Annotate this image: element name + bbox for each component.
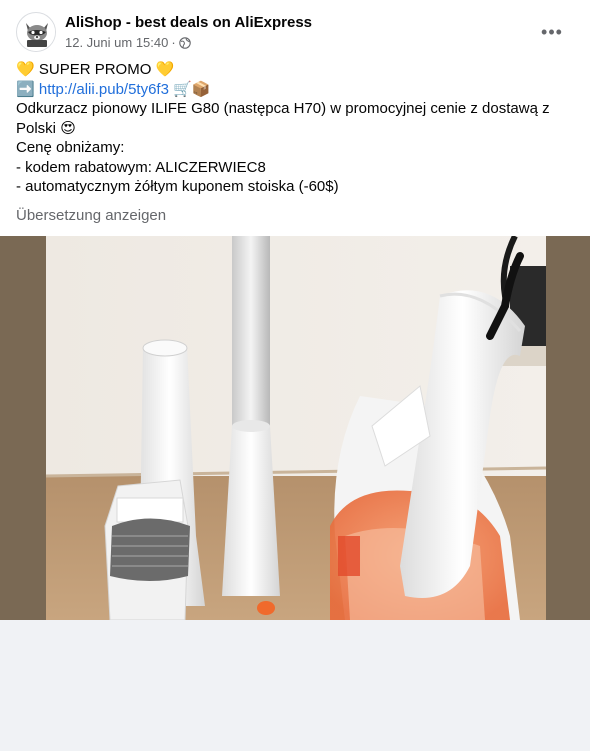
message-line-2: ➡️ http://alii.pub/5ty6f3 🛒📦 bbox=[16, 80, 574, 100]
message-line-3: Odkurzacz pionowy ILIFE G80 (następca H7… bbox=[16, 100, 550, 117]
message-line-6: - kodem rabatowym: ALICZERWIEC8 bbox=[16, 158, 266, 176]
yellow-heart-icon: 💛 bbox=[16, 60, 35, 78]
globe-icon bbox=[178, 36, 191, 49]
post-card: AliShop - best deals on AliExpress 12. J… bbox=[0, 0, 590, 620]
post-message: 💛 SUPER PROMO 💛 ➡️ http://alii.pub/5ty6f… bbox=[16, 60, 574, 197]
post-header: AliShop - best deals on AliExpress 12. J… bbox=[16, 12, 574, 54]
see-translation-link[interactable]: Übersetzung anzeigen bbox=[16, 207, 166, 224]
heart-eyes-icon: 😍 bbox=[60, 118, 76, 137]
more-options-icon[interactable]: ••• bbox=[538, 18, 566, 46]
right-arrow-icon: ➡️ bbox=[16, 79, 35, 98]
post-timestamp[interactable]: 12. Juni um 15:40 bbox=[65, 35, 168, 50]
message-line-4: Polski 😍 bbox=[16, 118, 76, 137]
message-line-5: Cenę obniżamy: bbox=[16, 139, 125, 156]
post-photo[interactable] bbox=[0, 236, 590, 620]
raccoon-logo-icon bbox=[18, 14, 55, 51]
promo-link[interactable]: http://alii.pub/5ty6f3 bbox=[39, 81, 169, 98]
yellow-heart-icon: 💛 bbox=[155, 60, 175, 78]
meta-separator: · bbox=[171, 35, 176, 50]
cart-package-icon: 🛒📦 bbox=[173, 79, 211, 98]
page-avatar[interactable] bbox=[16, 12, 56, 52]
vacuum-photo-image bbox=[0, 236, 590, 620]
page-name[interactable]: AliShop - best deals on AliExpress bbox=[65, 14, 312, 31]
post-meta: 12. Juni um 15:40 · bbox=[65, 35, 191, 50]
message-line-7: - automatycznym żółtym kuponem stoiska (… bbox=[16, 178, 339, 195]
message-line-1: 💛 SUPER PROMO 💛 bbox=[16, 60, 175, 78]
